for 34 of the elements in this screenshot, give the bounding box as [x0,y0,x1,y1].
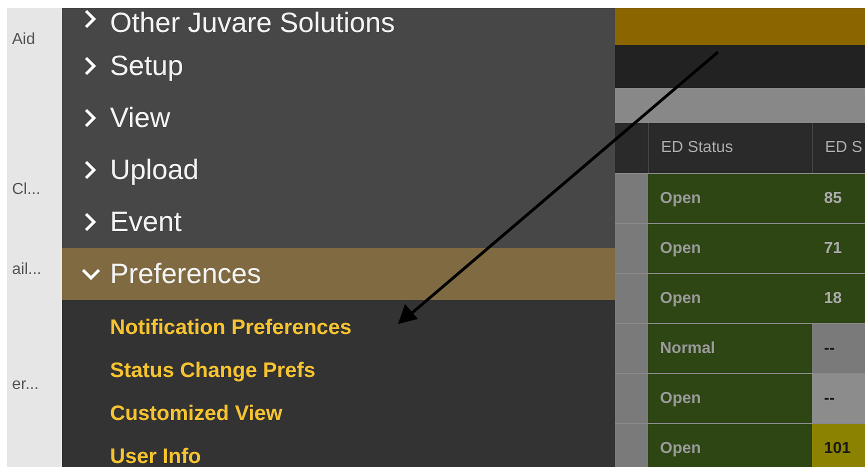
table-cell: -- [812,324,865,373]
menu-item[interactable]: Event [62,196,615,248]
row-handle [615,424,648,467]
row-handle [615,324,648,373]
row-label: ail... [12,261,42,278]
table-cell: 101 [812,424,865,467]
column-header[interactable]: ED S [812,123,865,173]
row-label: Cl... [12,181,40,198]
row-label: er... [12,376,39,393]
row-handle [615,174,648,223]
row-label: Aid [12,31,36,48]
table-cell: Normal [648,324,812,373]
row-handle [615,374,648,423]
submenu-link[interactable]: User Info [110,440,202,467]
menu-item[interactable]: Preferences [62,248,615,300]
menu-item[interactable]: Setup [62,40,615,92]
table-cell: Open [648,174,812,223]
menu-item[interactable]: Other Juvare Solutions [62,8,615,40]
row-handle [615,274,648,323]
submenu-link[interactable]: Customized View [110,398,282,430]
table-cell: Open [648,224,812,273]
table-cell: Open [648,424,812,467]
submenu-link[interactable]: Status Change Prefs [110,354,316,386]
menu-item[interactable]: View [62,92,615,144]
table-cell: 18 [812,274,865,323]
menu-item[interactable]: Upload [62,144,615,196]
table-cell: Open [648,274,812,323]
table-cell: Open [648,374,812,423]
table-cell: 71 [812,224,865,273]
table-cell: -- [812,374,865,423]
row-handle [615,224,648,273]
submenu-link[interactable]: Notification Preferences [110,312,352,344]
column-header[interactable]: ED Status [648,123,812,173]
table-cell: 85 [812,174,865,223]
